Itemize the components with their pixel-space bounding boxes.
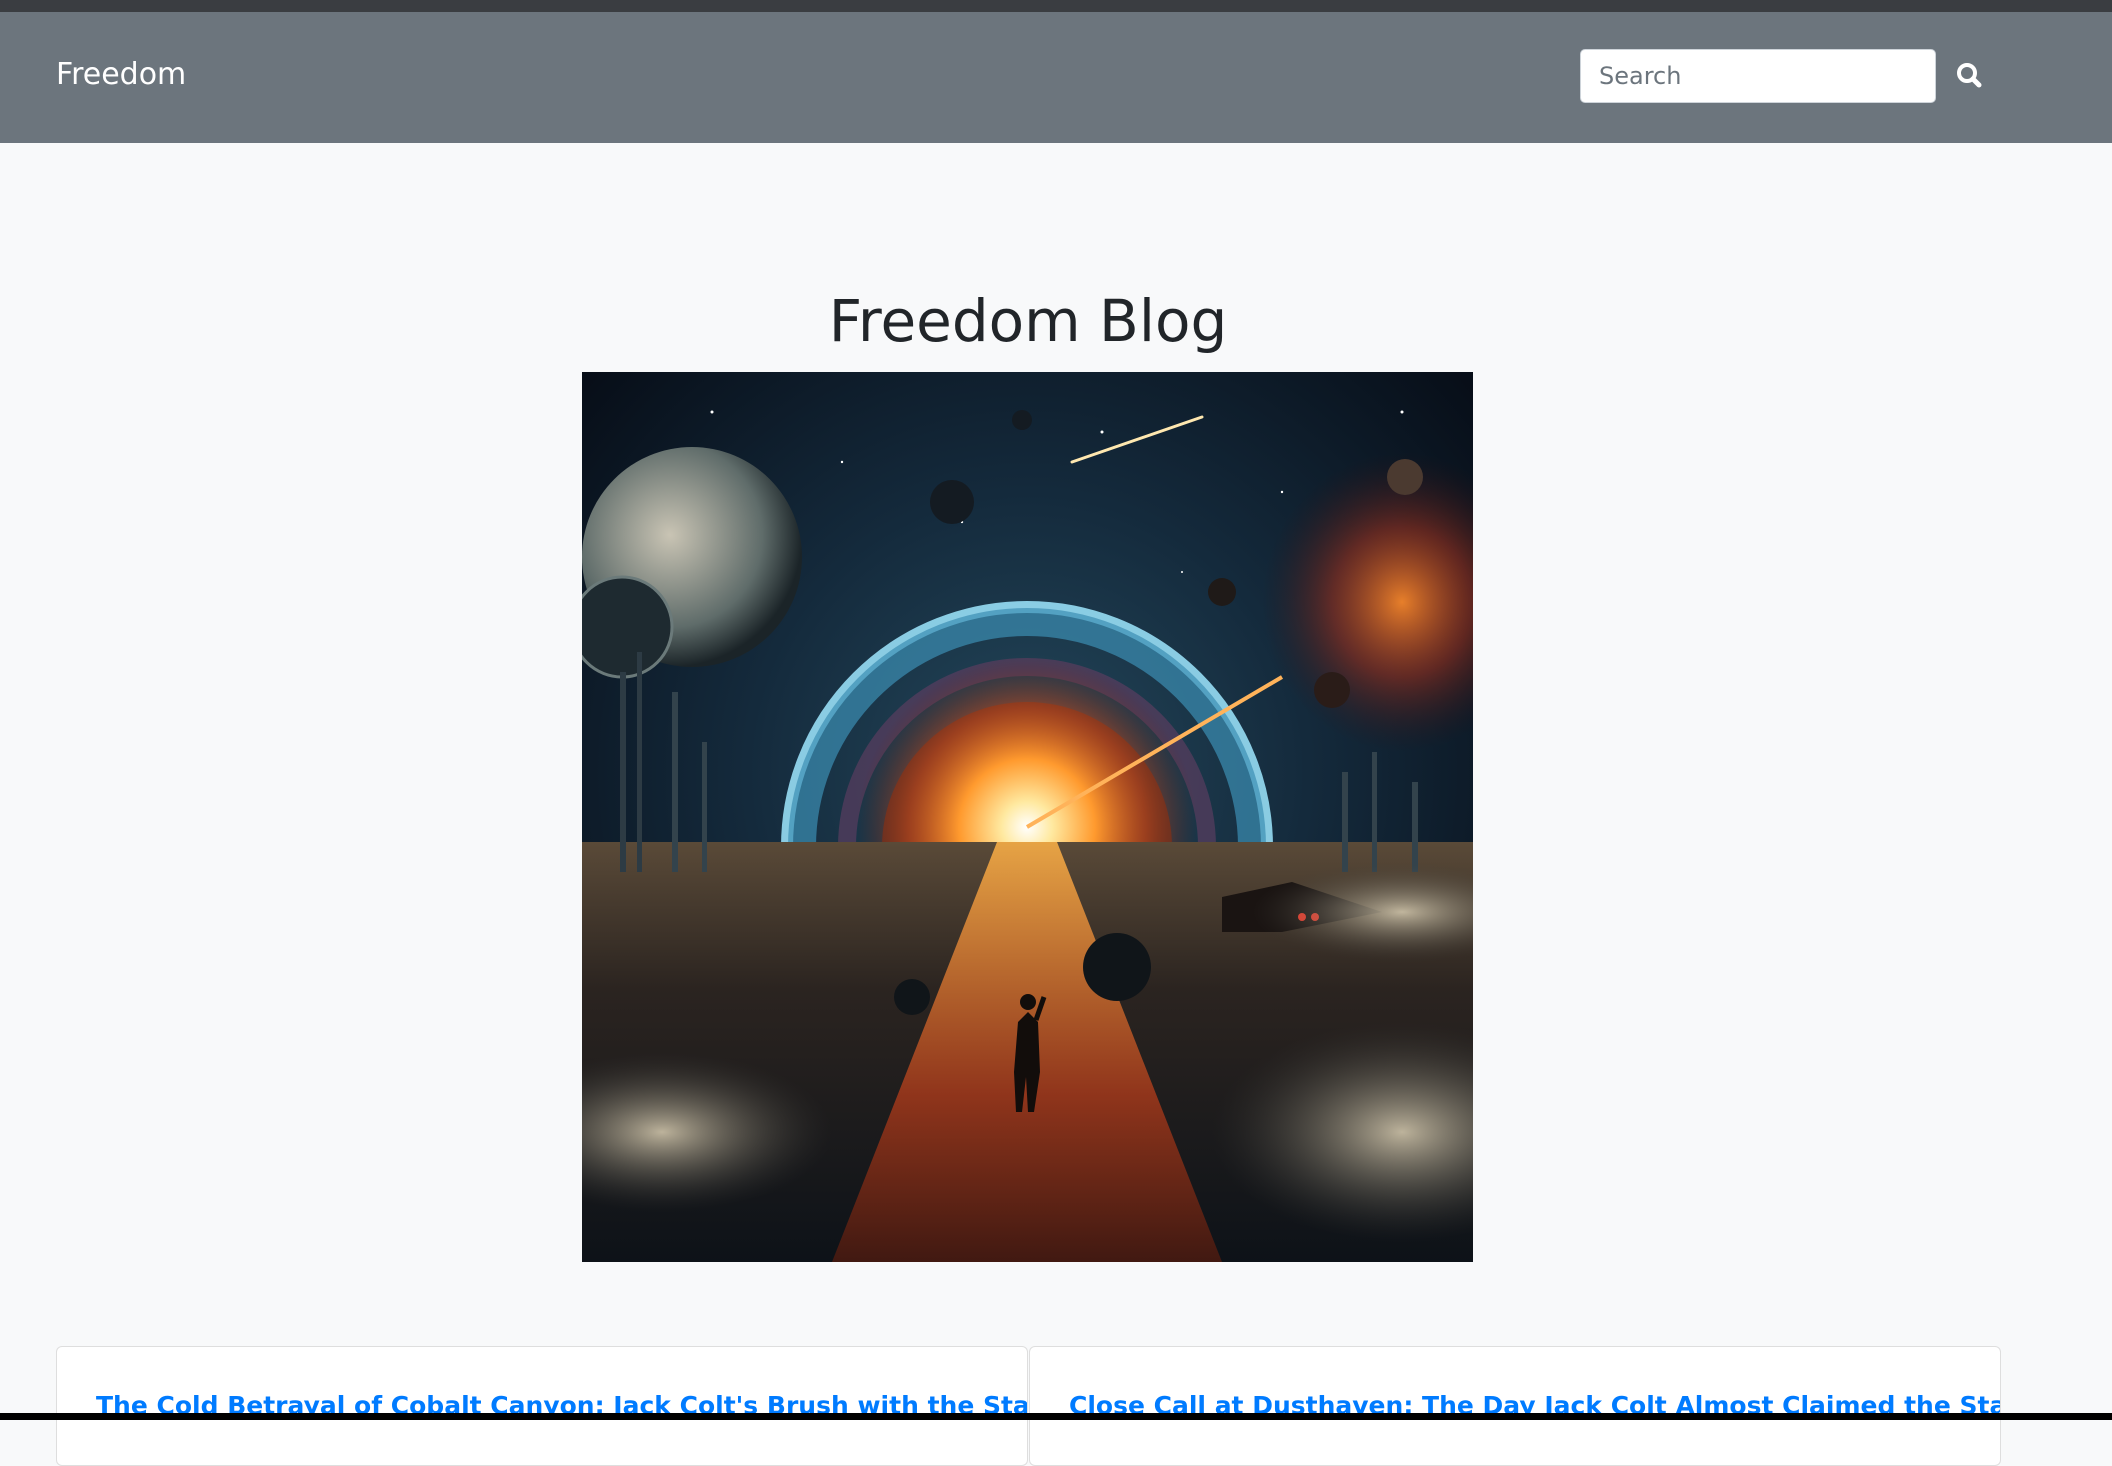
hero-illustration — [582, 372, 1473, 1262]
bottom-edge — [0, 1413, 2112, 1420]
post-card: The Cold Betrayal of Cobalt Canyon: Jack… — [56, 1346, 1028, 1466]
navbar-brand[interactable]: Freedom — [56, 60, 186, 90]
post-card: Close Call at Dusthaven: The Day Jack Co… — [1029, 1346, 2001, 1466]
navbar: Freedom — [0, 12, 2112, 143]
search-button[interactable] — [1942, 49, 1996, 103]
hero-image — [582, 372, 1473, 1262]
search-icon — [1957, 63, 1982, 88]
page-title: Freedom Blog — [828, 287, 1228, 355]
search-input[interactable] — [1580, 49, 1936, 103]
